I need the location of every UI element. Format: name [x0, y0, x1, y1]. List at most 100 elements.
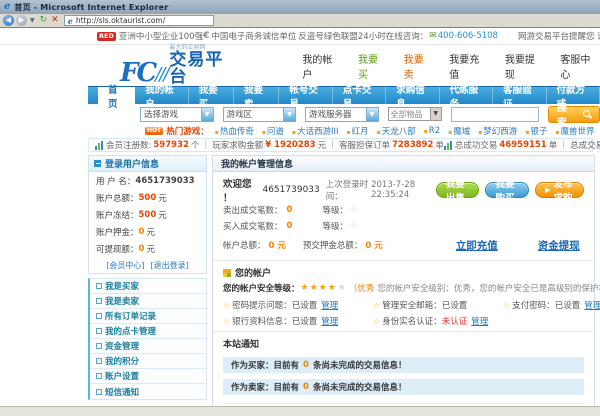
recharge-now-link[interactable]: 立即充值: [456, 238, 498, 253]
sidebar-item-sms[interactable]: 短信通知: [90, 384, 206, 399]
deposit-row: 账户押金： 0 元: [89, 223, 206, 240]
refresh-icon[interactable]: ↻: [40, 16, 48, 25]
divider: [213, 331, 594, 332]
sidebar-item-funds[interactable]: 资金管理: [90, 339, 206, 354]
window-title: 首页 - Microsoft Internet Explorer: [14, 2, 168, 13]
login-panel-links: [会员中心] [退出登录]: [89, 257, 206, 273]
divider: [213, 260, 594, 261]
withdraw-funds-link[interactable]: 资金提现: [538, 238, 580, 253]
bought-count: 0: [287, 221, 293, 231]
post-demand-button[interactable]: ▶发布求购: [535, 182, 584, 198]
square-icon: [96, 343, 102, 349]
stop-icon[interactable]: ✕: [51, 16, 59, 25]
server-select[interactable]: 游戏服务器 ▼: [305, 107, 379, 122]
search-icon: [583, 110, 591, 118]
sidebar-item-orders[interactable]: 所有订单记录: [90, 309, 206, 324]
member-center-link[interactable]: [会员中心]: [106, 260, 144, 271]
hot-link[interactable]: ▪红月: [347, 125, 369, 137]
stat-amount-label: 总成交易金额: [570, 139, 600, 151]
last-login-label: 上次登录时间：: [326, 178, 371, 202]
tab-my-account[interactable]: 我的帐户: [135, 87, 188, 104]
bullet-icon: ▪: [292, 129, 296, 136]
grid-icon: [223, 269, 231, 277]
zone-select[interactable]: 游戏区 ▼: [223, 107, 297, 122]
link-recharge[interactable]: 我要充值: [449, 51, 489, 81]
sidebar-item-points[interactable]: 我的积分: [90, 354, 206, 369]
hot-link[interactable]: ▪魔兽世界: [555, 125, 594, 137]
sidebar-item-cards[interactable]: 我的点卡管理: [90, 324, 206, 339]
seller-pending-count: 0: [303, 382, 309, 392]
link-i-buy[interactable]: 我要买: [358, 51, 388, 81]
link-service[interactable]: 客服中心: [560, 51, 600, 81]
sidebar-item-settings[interactable]: 账户设置: [90, 369, 206, 384]
hot-link[interactable]: ▪大话西游III: [292, 125, 339, 137]
bullet-icon: ▪: [424, 128, 428, 135]
grade-star-icon: ☆: [350, 221, 358, 231]
sidebar: 登录用户信息 用 户 名： 4651739033 账户总额： 500 元 账户冻…: [88, 155, 207, 400]
seller-notice-bar: 作为卖家：目前有 0 条尚未完成的交易信息！: [223, 379, 584, 395]
buy-button[interactable]: 我要购买: [485, 182, 529, 198]
star-rating-icon: ★★★★: [301, 283, 337, 293]
stat-deal-value: 46959151: [499, 140, 546, 150]
hot-link[interactable]: ▪魔域: [448, 125, 470, 137]
page: RED 亚洲中小型企业100强 € 中国电子商务诚信单位 反盗号绿色联盟 24小…: [0, 28, 600, 406]
hotline-number[interactable]: 400-606-5108: [438, 31, 498, 41]
stat-reg-label: 会员注册数:: [106, 139, 151, 151]
tab-service-verify[interactable]: 客服验证: [493, 87, 546, 104]
sidebar-item-buyer[interactable]: 我是买家: [90, 279, 206, 294]
bullet-icon: ▪: [478, 129, 482, 136]
stat-order-value: 7283892: [392, 140, 433, 150]
hot-link[interactable]: ▪梦幻西游: [478, 125, 517, 137]
forward-button[interactable]: ▶: [16, 15, 27, 26]
sold-count-row: 卖出成交笔数： 0 等级： ☆: [223, 202, 584, 218]
hot-link[interactable]: ▪问道: [262, 125, 284, 137]
tab-account-trade[interactable]: 帐号交易: [279, 87, 332, 104]
page-icon: e: [68, 16, 73, 26]
search-button[interactable]: 搜 索: [548, 106, 600, 123]
welcome-row: 欢迎您 ！ 4651739033 上次登录时间： 2013-7-28 22:35…: [223, 178, 584, 202]
address-field[interactable]: e http://sls.oktaurist.com/: [64, 15, 214, 26]
hot-link[interactable]: ▪R2: [424, 126, 440, 136]
game-select[interactable]: 选择游戏 ▼: [140, 107, 214, 122]
dim-star-icon: ★: [338, 283, 346, 293]
search-input[interactable]: [451, 107, 539, 122]
hot-link[interactable]: ▪热血传奇: [215, 125, 254, 137]
link-withdraw[interactable]: 我要提现: [505, 51, 545, 81]
link-i-sell[interactable]: 我要卖: [404, 51, 434, 81]
square-icon: [96, 298, 102, 304]
deposit-value: 0: [139, 227, 145, 237]
manage-link[interactable]: 管理: [584, 299, 600, 311]
square-icon: [96, 358, 102, 364]
manage-link[interactable]: 管理: [321, 315, 338, 327]
bullet-icon: ▪: [448, 129, 452, 136]
hot-link[interactable]: ▪天龙八部: [377, 125, 416, 137]
hot-label: 热门游戏：: [166, 125, 209, 137]
tab-card-trade[interactable]: 点卡交易: [333, 87, 386, 104]
frozen-value: 500: [139, 210, 157, 220]
manage-link[interactable]: 管理: [471, 315, 488, 327]
star-icon: ☆: [223, 317, 230, 326]
logout-link[interactable]: [退出登录]: [151, 260, 189, 271]
search-row: 选择游戏 ▼ 游戏区 ▼ 游戏服务器 ▼ 全部物品 ▼ 搜 索: [88, 104, 600, 124]
tab-buy[interactable]: 我要买: [189, 87, 234, 104]
tab-home[interactable]: 首页: [98, 87, 135, 104]
manage-link[interactable]: 管理: [321, 299, 338, 311]
tab-leveling[interactable]: 代练服务: [440, 87, 493, 104]
hot-games-row: HOT 热门游戏： ▪热血传奇 ▪问道 ▪大话西游III ▪红月 ▪天龙八部 ▪…: [88, 124, 600, 138]
sell-button[interactable]: 我要出售: [436, 182, 480, 198]
marquee-notice: 网游交易平台提醒您 请不要在游戏: [498, 30, 600, 42]
history-dropdown-icon[interactable]: ▼: [30, 17, 35, 24]
award-text: 亚洲中小型企业100强: [119, 30, 203, 42]
tab-demand-info[interactable]: 求购信息: [386, 87, 439, 104]
tab-sell[interactable]: 我要卖: [234, 87, 279, 104]
sidebar-item-seller[interactable]: 我是卖家: [90, 294, 206, 309]
item-type-select[interactable]: 全部物品 ▼: [388, 107, 442, 121]
back-button[interactable]: ◀: [3, 15, 14, 26]
hot-link[interactable]: ▪银子: [525, 125, 547, 137]
title-bar: e 首页 - Microsoft Internet Explorer: [0, 0, 600, 14]
link-my-account[interactable]: 我的帐户: [302, 51, 342, 81]
chevron-down-icon: ▼: [201, 108, 213, 121]
star-icon: ☆: [223, 301, 230, 310]
balance-value: 500: [139, 193, 157, 203]
level-note: 您的帐户安全级别：优秀，您的帐户安全已是高级别的保护状态。）: [377, 282, 600, 294]
